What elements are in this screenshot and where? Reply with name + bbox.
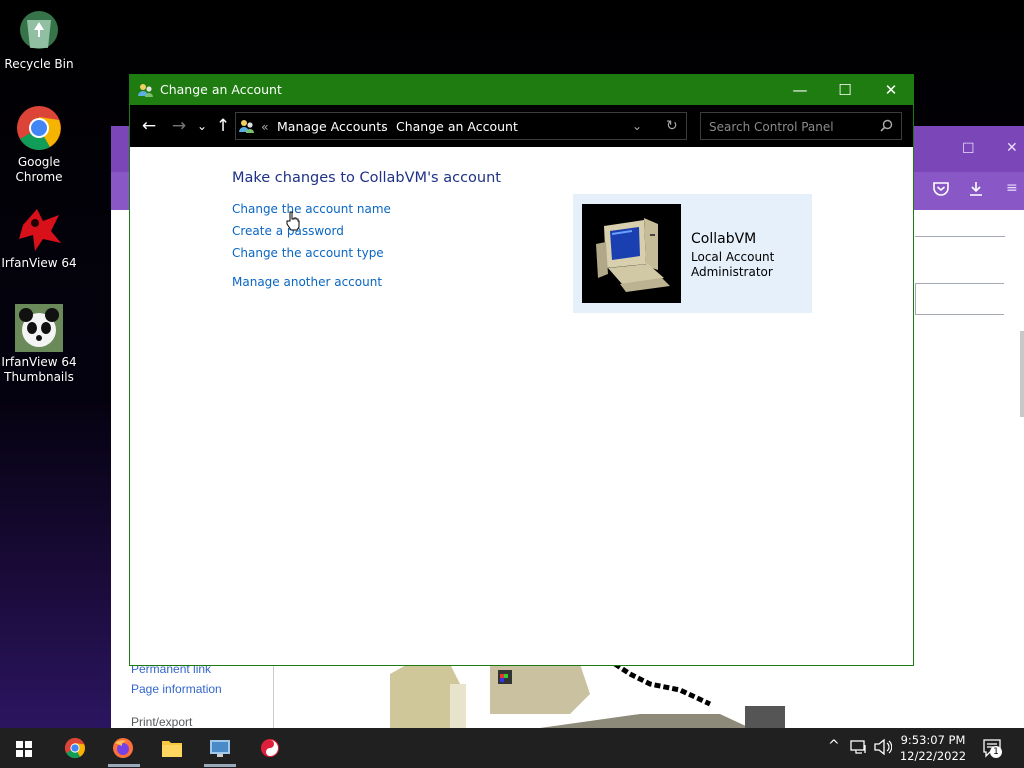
desktop-icon-irfanview-thumbnails[interactable]: IrfanView 64 Thumbnails [0,304,78,385]
breadcrumb-manage-accounts[interactable]: Manage Accounts [277,119,388,134]
chrome-icon [15,104,63,152]
close-button[interactable]: ✕ [868,75,914,105]
breadcrumb-change-account[interactable]: Change an Account [396,119,518,134]
window-titlebar[interactable]: Change an Account — ☐ ✕ [130,75,913,105]
start-button[interactable] [0,728,48,768]
control-panel-users-icon [239,118,255,137]
desktop-icon-irfanview[interactable]: IrfanView 64 [0,205,78,271]
content-area: Make changes to CollabVM's account Chang… [130,147,913,665]
breadcrumb-separator: › [381,119,386,134]
recent-locations-button[interactable]: ⌄ [191,115,213,137]
irfanview-icon [15,205,63,253]
app-icon [261,739,279,757]
action-center-button[interactable]: 1 [982,738,1002,762]
pocket-icon[interactable] [933,182,949,200]
maximize-icon[interactable]: ☐ [962,141,975,157]
taskbar-app[interactable] [246,728,294,768]
change-account-type-link[interactable]: Change the account type [232,246,384,260]
taskbar-file-explorer[interactable] [148,728,196,768]
address-dropdown-button[interactable]: ⌄ [632,119,642,133]
user-accounts-icon [138,82,154,98]
taskbar-remote-desktop[interactable] [196,728,244,768]
recycle-bin-icon [15,6,63,54]
clock-time: 9:53:07 PM [900,733,966,747]
irfanview-thumbnails-icon [15,304,63,352]
taskbar-chrome[interactable] [52,728,100,768]
print-export-label: Print/export [131,715,193,729]
desktop-icon-google-chrome[interactable]: Google Chrome [0,104,78,185]
window-title: Change an Account [160,82,282,97]
computer-icon [582,204,681,303]
chrome-icon [64,737,86,759]
account-card: CollabVM Local Account Administrator [573,194,812,313]
menu-icon[interactable]: ≡ [1006,180,1018,196]
breadcrumb-overflow[interactable]: « [261,119,269,134]
pixel-art-image [390,664,800,728]
change-account-window[interactable]: Change an Account — ☐ ✕ ← → ⌄ ↑ « Manage… [129,74,914,666]
address-bar[interactable]: « Manage Accounts › Change an Account ⌄ … [235,112,687,140]
desktop-icon-recycle-bin[interactable]: Recycle Bin [0,6,78,72]
clock-date: 12/22/2022 [899,749,967,763]
taskbar: ^ 9:53:07 PM 12/22/2022 1 [0,728,1024,768]
taskbar-firefox[interactable] [100,728,148,768]
desktop-icon-label: Google Chrome [15,155,63,184]
clock[interactable]: 9:53:07 PM 12/22/2022 [890,732,976,764]
close-icon[interactable]: ✕ [1006,140,1018,156]
active-indicator [108,764,140,767]
desktop-icon-label: IrfanView 64 [1,256,77,270]
maximize-button[interactable]: ☐ [822,75,868,105]
account-role: Administrator [691,265,773,279]
remote-desktop-icon [210,740,230,757]
firefox-icon [113,738,133,758]
scrollbar[interactable] [1020,331,1024,417]
minimize-button[interactable]: — [777,75,823,105]
search-input[interactable] [701,113,881,141]
desktop-icon-label: IrfanView 64 Thumbnails [1,355,77,384]
search-box[interactable] [700,112,902,141]
notification-count: 1 [990,746,1002,758]
desktop-icon-label: Recycle Bin [4,57,74,71]
search-icon[interactable] [880,119,893,135]
divider [915,236,1005,237]
account-type: Local Account [691,250,775,264]
page-heading: Make changes to CollabVM's account [232,170,501,186]
change-account-name-link[interactable]: Change the account name [232,202,391,216]
up-button[interactable]: ↑ [212,115,234,137]
manage-another-account-link[interactable]: Manage another account [232,275,382,289]
navigation-bar: ← → ⌄ ↑ « Manage Accounts › Change an Ac… [130,105,913,147]
show-hidden-icons-button[interactable]: ^ [828,738,840,754]
hand-cursor-icon [286,211,300,231]
active-indicator [204,764,236,767]
network-icon[interactable] [850,740,867,759]
account-picture [582,204,681,303]
page-information-link[interactable]: Page information [131,682,222,696]
file-explorer-icon [162,741,182,757]
forward-button[interactable]: → [168,115,190,137]
search-box[interactable] [915,283,1004,315]
account-name: CollabVM [691,231,757,247]
start-icon [16,741,32,757]
back-button[interactable]: ← [138,115,160,137]
refresh-button[interactable]: ↻ [666,118,678,134]
download-icon[interactable] [969,181,983,201]
